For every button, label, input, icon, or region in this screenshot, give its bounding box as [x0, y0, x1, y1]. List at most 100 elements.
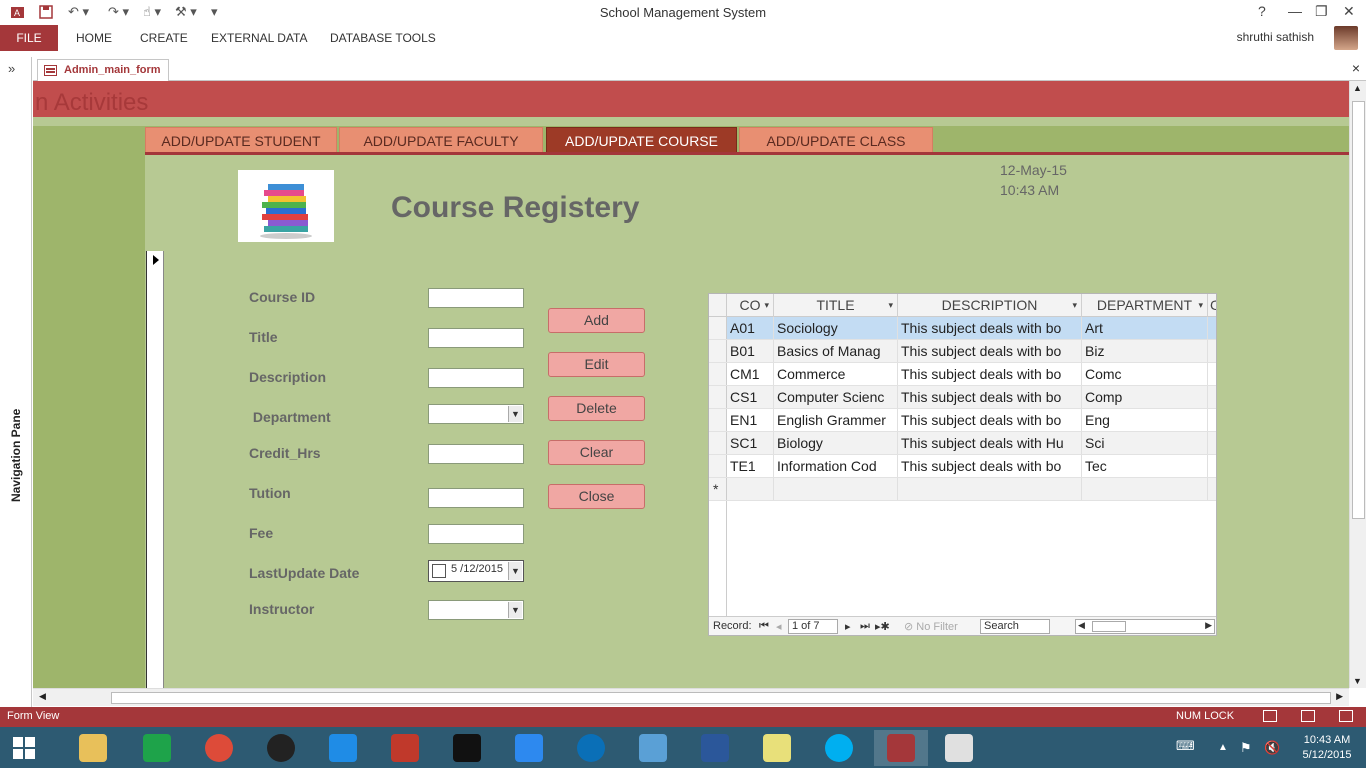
table-cell[interactable]: English Grammer	[774, 409, 898, 431]
table-cell[interactable]: A01	[727, 317, 774, 339]
table-cell[interactable]	[1208, 432, 1216, 454]
tab-add-update-faculty[interactable]: ADD/UPDATE FACULTY	[339, 127, 543, 153]
table-cell[interactable]	[727, 478, 774, 500]
show-hidden-icons[interactable]: ▲	[1218, 742, 1228, 753]
nav-pane-toggle-icon[interactable]: »	[8, 61, 15, 76]
scroll-right-icon[interactable]: ▶	[1336, 691, 1343, 702]
form-horizontal-scrollbar[interactable]: ◀ ▶	[33, 688, 1349, 706]
search-input[interactable]: Search	[980, 619, 1050, 634]
table-cell[interactable]: This subject deals with bo	[898, 340, 1082, 362]
table-cell[interactable]: Art	[1082, 317, 1208, 339]
taskbar-visio-button[interactable]	[688, 730, 742, 766]
vertical-scroll-thumb[interactable]	[1352, 101, 1365, 519]
taskbar-store-button[interactable]	[130, 730, 184, 766]
table-cell[interactable]: Biology	[774, 432, 898, 454]
sort-dropdown-icon[interactable]: ▾	[1072, 294, 1077, 316]
taskbar-chrome-button[interactable]	[192, 730, 246, 766]
row-selector[interactable]	[709, 432, 727, 454]
taskbar-hp-button[interactable]	[564, 730, 618, 766]
last-update-date-picker[interactable]: 5 /12/2015 ▼	[428, 560, 524, 582]
avatar[interactable]	[1334, 26, 1358, 50]
column-header-title[interactable]: TITLE ▾	[774, 294, 898, 317]
table-cell[interactable]: Biz	[1082, 340, 1208, 362]
table-cell[interactable]: Information Cod	[774, 455, 898, 477]
department-combo[interactable]: ▼	[428, 404, 524, 424]
table-cell[interactable]: This subject deals with bo	[898, 455, 1082, 477]
table-cell[interactable]: Computer Scienc	[774, 386, 898, 408]
next-record-icon[interactable]: ▸	[845, 620, 851, 633]
close-window-button[interactable]: ✕	[1343, 3, 1355, 20]
tab-add-update-class[interactable]: ADD/UPDATE CLASS	[739, 127, 933, 153]
table-cell[interactable]	[1208, 455, 1216, 477]
form-vertical-scrollbar[interactable]: ▲ ▼	[1349, 81, 1366, 688]
table-cell[interactable]	[1208, 317, 1216, 339]
table-cell[interactable]	[1208, 340, 1216, 362]
column-header-description[interactable]: DESCRIPTION ▾	[898, 294, 1082, 317]
taskbar-skype-button[interactable]	[812, 730, 866, 766]
row-selector[interactable]	[709, 455, 727, 477]
table-row[interactable]: TE1 Information Cod This subject deals wit…	[709, 455, 1216, 478]
credit-hrs-input[interactable]	[428, 444, 524, 464]
table-cell[interactable]: Tec	[1082, 455, 1208, 477]
chevron-down-icon[interactable]: ▼	[508, 562, 522, 580]
help-button[interactable]: ?	[1258, 3, 1266, 19]
table-cell[interactable]	[1208, 478, 1216, 500]
course-id-input[interactable]	[428, 288, 524, 308]
table-cell[interactable]: This subject deals with Hu	[898, 432, 1082, 454]
course-datasheet[interactable]: CO▾ TITLE▾ DESCRIPTION▾ DEPARTMENT▾ C A0…	[708, 293, 1217, 636]
description-input[interactable]	[428, 368, 524, 388]
row-selector[interactable]	[709, 317, 727, 339]
scroll-left-icon[interactable]: ◀	[39, 691, 46, 702]
tab-create[interactable]: CREATE	[140, 31, 188, 45]
table-cell[interactable]: Commerce	[774, 363, 898, 385]
scroll-right-icon[interactable]: ▶	[1205, 620, 1212, 631]
file-tab[interactable]: FILE	[0, 25, 58, 51]
new-record-icon[interactable]: ▸✱	[875, 620, 890, 633]
column-header-department[interactable]: DEPARTMENT ▾	[1082, 294, 1208, 317]
form-view-icon[interactable]	[1263, 710, 1277, 722]
action-center-flag-icon[interactable]: ⚑	[1240, 740, 1252, 756]
table-cell[interactable]: CM1	[727, 363, 774, 385]
table-cell[interactable]: B01	[727, 340, 774, 362]
keyboard-icon[interactable]: ⌨	[1176, 738, 1195, 754]
record-position-input[interactable]: 1 of 7	[788, 619, 838, 634]
close-document-icon[interactable]: ×	[1352, 60, 1360, 76]
table-cell[interactable]: Comp	[1082, 386, 1208, 408]
table-cell[interactable]: Sci	[1082, 432, 1208, 454]
tab-home[interactable]: HOME	[76, 31, 112, 45]
table-cell[interactable]	[1208, 363, 1216, 385]
table-cell[interactable]: SC1	[727, 432, 774, 454]
column-header-c[interactable]: C	[1208, 294, 1216, 317]
layout-view-icon[interactable]	[1339, 710, 1353, 722]
taskbar-amazon-button[interactable]	[440, 730, 494, 766]
table-cell[interactable]	[898, 478, 1082, 500]
scroll-up-icon[interactable]: ▲	[1353, 83, 1362, 93]
table-cell[interactable]: Eng	[1082, 409, 1208, 431]
first-record-icon[interactable]: ⏮	[759, 620, 769, 633]
tab-external-data[interactable]: EXTERNAL DATA	[211, 31, 307, 45]
taskbar-media-button[interactable]	[254, 730, 308, 766]
table-cell[interactable]: This subject deals with bo	[898, 363, 1082, 385]
tab-database-tools[interactable]: DATABASE TOOLS	[330, 31, 436, 45]
table-cell[interactable]: This subject deals with bo	[898, 386, 1082, 408]
no-filter-button[interactable]: ⊘ No Filter	[904, 620, 958, 633]
chevron-down-icon[interactable]: ▼	[508, 602, 522, 618]
row-selector[interactable]	[709, 386, 727, 408]
datasheet-horizontal-scrollbar[interactable]: ◀ ▶	[1075, 619, 1215, 634]
table-cell[interactable]	[1208, 386, 1216, 408]
tution-input[interactable]	[428, 488, 524, 508]
table-cell[interactable]: This subject deals with bo	[898, 409, 1082, 431]
datasheet-view-icon[interactable]	[1301, 710, 1315, 722]
chevron-down-icon[interactable]: ▼	[508, 406, 522, 422]
table-cell[interactable]	[774, 478, 898, 500]
table-row[interactable]: CM1 Commerce This subject deals with bo Com…	[709, 363, 1216, 386]
clear-button[interactable]: Clear	[548, 440, 645, 465]
taskbar-puzzle-button[interactable]	[378, 730, 432, 766]
taskbar-access-button[interactable]	[874, 730, 928, 766]
select-all-corner[interactable]	[709, 294, 727, 316]
table-cell[interactable]: EN1	[727, 409, 774, 431]
fee-input[interactable]	[428, 524, 524, 544]
table-row[interactable]: B01 Basics of Manag This subject deals wit…	[709, 340, 1216, 363]
taskbar-sticky-notes-button[interactable]	[750, 730, 804, 766]
taskbar-network-button[interactable]	[626, 730, 680, 766]
